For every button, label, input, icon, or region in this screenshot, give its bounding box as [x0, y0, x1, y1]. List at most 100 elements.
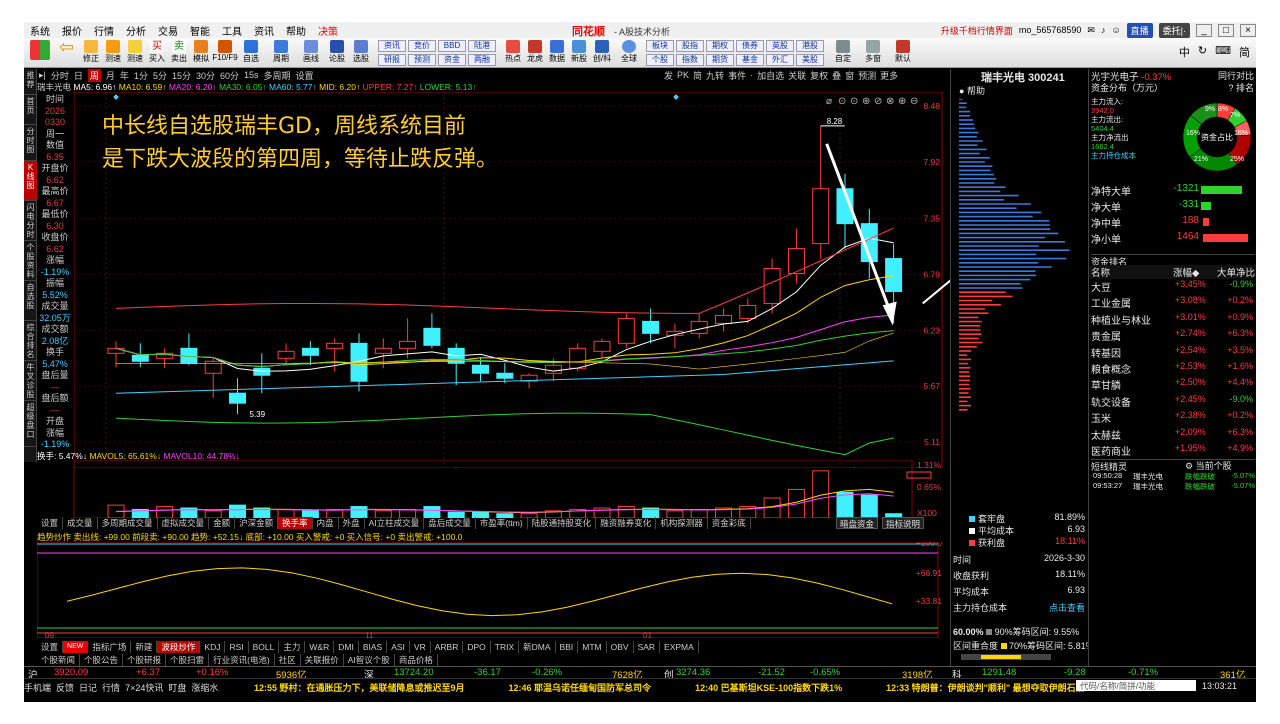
indicator-tab[interactable]: AI立柱成交量 [365, 517, 425, 529]
refresh-icon[interactable]: ↻ [1198, 44, 1207, 60]
key-options[interactable]: 期权 [706, 40, 734, 52]
left-tab[interactable]: K线图 [24, 161, 37, 201]
indicator-tab[interactable]: 陆股通持股变化 [528, 517, 597, 529]
chart-tool-icon[interactable]: ⊕ [898, 96, 906, 107]
chart-tool-icon[interactable]: ⊘ [874, 96, 882, 107]
menu-item[interactable]: 报价 [56, 23, 88, 38]
key-hk[interactable]: 港股 [796, 40, 824, 52]
chart-tool-icon[interactable]: ⊕ [862, 96, 870, 107]
bottom-indicator-tab[interactable]: 波段炒作 [157, 641, 201, 653]
chart-tool-icon[interactable]: ⊙ [850, 96, 858, 107]
toolbar-button[interactable]: 创/科 [590, 40, 614, 64]
toolbar-button[interactable]: 热点 [502, 40, 524, 64]
period-tab[interactable]: 周 [87, 68, 101, 82]
period-tab[interactable]: 日 [74, 69, 83, 82]
mail-icon[interactable]: ✉ [1087, 25, 1095, 36]
key-bid[interactable]: 竞价 [408, 40, 436, 52]
bottom-indicator-tab[interactable]: 新建 [131, 641, 158, 653]
upgrade-link[interactable]: 升级千档行情界面 [941, 24, 1013, 37]
news-tab[interactable]: 个股新闻 [37, 654, 81, 666]
toolbar-button[interactable]: 选股 [350, 40, 372, 64]
ticker-news-item[interactable]: 12:55 野村：在通胀压力下，美联储降息或推迟至9月 [254, 681, 465, 694]
order-button[interactable]: 委托|· [1158, 22, 1190, 38]
toolbar-button[interactable]: 修正 [80, 40, 102, 64]
left-tab[interactable]: 牛叉诊股 [24, 361, 37, 401]
indicator-tab[interactable]: 外盘 [339, 517, 365, 529]
live-button[interactable]: 直播 [1126, 22, 1153, 38]
period-prev-icon[interactable]: ▸| [39, 70, 46, 81]
period-tab[interactable]: 60分 [220, 69, 239, 82]
bottom-indicator-tab[interactable]: ARBR [431, 641, 464, 653]
left-tab[interactable]: 综合排名 [24, 321, 37, 361]
menu-item[interactable]: 分析 [120, 23, 152, 38]
ticker-news-item[interactable]: 12:40 巴基斯坦KSE-100指数下跌1% [695, 681, 842, 694]
back-button[interactable]: ⇦ [56, 38, 76, 56]
alert-row[interactable]: 09:53:27 瑞丰光电 跌幅跌破 -5.07% [1089, 481, 1256, 491]
key-news[interactable]: 资讯 [378, 40, 406, 52]
user-icon[interactable]: ☺ [1111, 25, 1120, 35]
toolbar-button[interactable]: 龙虎 [524, 40, 546, 64]
home-button[interactable] [28, 40, 52, 60]
period-tab[interactable]: 1分 [134, 69, 148, 82]
sector-row[interactable]: 玉米 +2.38% +0.2% [1089, 410, 1256, 426]
key-forecast[interactable]: 预测 [408, 54, 436, 66]
bottom-indicator-tab[interactable]: 指标广场 [88, 641, 132, 653]
sector-row[interactable]: 太赫兹 +2.09% +6.3% [1089, 427, 1256, 443]
sector-row[interactable]: 轨交设备 +2.45% -9.0% [1089, 394, 1256, 410]
sector-row[interactable]: 草甘膦 +2.50% +4.4% [1089, 377, 1256, 393]
bottom-indicator-tab[interactable]: OBV [607, 641, 634, 653]
chart-tool-icon[interactable]: ⊙ [838, 96, 846, 107]
toolbar-button[interactable]: 论股 [326, 40, 348, 64]
news-tab[interactable]: 关联报价 [301, 654, 344, 666]
ticker-tab[interactable]: 盯盘 [168, 681, 186, 694]
period-tab[interactable]: 15分 [172, 69, 191, 82]
bottom-indicator-tab[interactable]: TRIX [491, 641, 520, 653]
menu-item[interactable]: 系统 [24, 23, 56, 38]
key-research[interactable]: 研报 [378, 54, 406, 66]
bottom-indicator-tab[interactable]: EXPMA [660, 641, 699, 653]
ticker-tab[interactable]: 反馈 [56, 681, 74, 694]
indicator-tab[interactable]: 融资融券变化 [596, 517, 657, 529]
period-tab[interactable]: 5分 [153, 69, 167, 82]
period-tab[interactable]: 15s [244, 70, 259, 80]
search-input[interactable]: 代码/名称/简拼/功能 [1076, 680, 1196, 691]
period-tab[interactable]: 30分 [196, 69, 215, 82]
volume-chart[interactable]: 1.31%0.65%X100 [37, 460, 950, 518]
toolbar-button[interactable]: 全球 [618, 40, 640, 64]
toolbar-button[interactable]: 测速 [124, 40, 146, 64]
account-name[interactable]: mo_565768590 [1019, 25, 1082, 35]
key-bonds[interactable]: 债券 [736, 40, 764, 52]
period-right-item[interactable]: 事件 [728, 69, 746, 82]
toolbar-button[interactable]: 自选 [240, 40, 262, 64]
indicator-tab[interactable]: 市盈率(ttm) [476, 517, 528, 529]
menu-item[interactable]: 智能 [184, 23, 216, 38]
bell-icon[interactable]: ♪ [1101, 25, 1106, 35]
period-right-item[interactable]: 更多 [880, 69, 898, 82]
period-tab[interactable]: 月 [106, 69, 115, 82]
toolbar-button[interactable]: 测速 [102, 40, 124, 64]
key-uk[interactable]: 英股 [766, 40, 794, 52]
bottom-indicator-tab[interactable]: MTM [578, 641, 607, 653]
news-tab[interactable]: 商品价格 [395, 654, 438, 666]
ticker-news-item[interactable]: 12:33 特朗普：伊朗谈判"顺利" 最想夺取伊朗石油 [886, 681, 1085, 694]
left-tab[interactable]: 闪电分时 [24, 201, 37, 241]
indicator-tab[interactable]: 多周期成交量 [98, 517, 158, 529]
indicator-tab[interactable]: 设置 [37, 517, 64, 529]
period-right-item[interactable]: 加自选 [757, 69, 784, 82]
ticker-tab[interactable]: 7×24快讯 [125, 681, 163, 694]
key-fund[interactable]: 资金 [438, 54, 466, 66]
indicator-help-button[interactable]: 指标说明 [882, 517, 925, 529]
key-margin[interactable]: 两融 [468, 54, 496, 66]
left-tab[interactable]: 自选股 [24, 281, 37, 321]
menu-item[interactable]: 交易 [152, 23, 184, 38]
toolbar-button[interactable]: F10/F9 [212, 40, 238, 62]
bottom-indicator-tab[interactable]: ASI [387, 641, 410, 653]
toolbar-button[interactable]: 周期 [270, 40, 292, 64]
chart-tool-icon[interactable]: ⌀ [826, 96, 832, 107]
chip-chart[interactable] [951, 99, 1089, 419]
period-right-item[interactable]: 简 [693, 69, 702, 82]
menu-item[interactable]: 资讯 [248, 23, 280, 38]
indicator-tab[interactable]: 成交量 [63, 517, 98, 529]
bottom-indicator-tab[interactable]: 设置 [37, 641, 64, 653]
period-right-item[interactable]: · [750, 70, 753, 80]
